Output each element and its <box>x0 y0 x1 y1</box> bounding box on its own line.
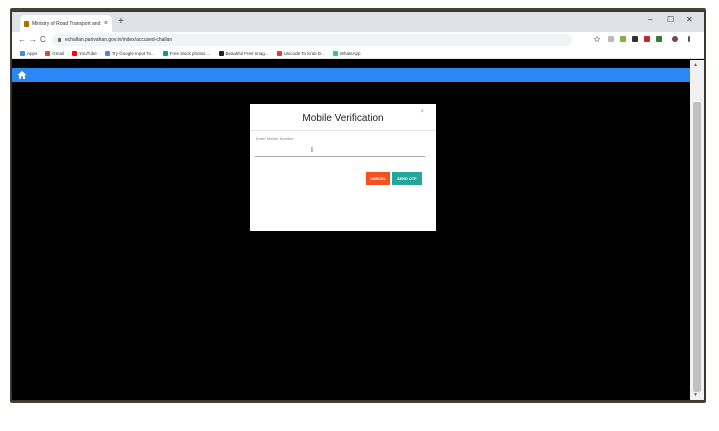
menu-icon[interactable] <box>688 36 690 42</box>
bookmark-label: Unicode To Kruti D... <box>283 50 325 56</box>
bookmark-icon <box>20 50 25 56</box>
mobile-verification-modal: Mobile Verification × Enter Mobile Numbe… <box>250 104 436 231</box>
text-cursor-icon: I <box>311 147 313 154</box>
forward-button[interactable]: → <box>29 34 37 46</box>
bookmark-icon <box>218 50 224 56</box>
browser-tab[interactable]: Ministry of Road Transport and H × <box>20 15 112 32</box>
tab-close-icon[interactable]: × <box>104 20 108 27</box>
cancel-button[interactable]: CANCEL <box>366 172 390 185</box>
browser-toolbar: ← → C echallan.parivahan.gov.in/index/ac… <box>12 32 704 48</box>
bookmark-item[interactable]: Unicode To Kruti D... <box>276 50 325 56</box>
bookmark-label: Beautiful Free Imag... <box>225 50 269 56</box>
bookmark-item[interactable]: WhatsApp <box>332 50 361 56</box>
lock-icon <box>58 38 61 42</box>
bookmark-icon <box>45 50 51 56</box>
extension-red-icon[interactable] <box>644 36 650 42</box>
mobile-number-input[interactable] <box>255 144 425 157</box>
minimize-button[interactable]: – <box>648 15 652 25</box>
bookmark-icon <box>72 50 78 56</box>
scroll-up-icon[interactable]: ▲ <box>693 62 698 68</box>
bookmark-label: Gmail <box>52 50 65 56</box>
bookmark-label: YouTube <box>79 50 97 56</box>
bookmark-item[interactable]: Beautiful Free Imag... <box>218 50 269 56</box>
star-icon[interactable] <box>594 36 600 42</box>
scroll-thumb[interactable] <box>693 102 701 392</box>
maximize-button[interactable]: ☐ <box>667 15 674 25</box>
home-icon[interactable] <box>17 70 27 80</box>
send-otp-button[interactable]: SEND OTP <box>392 172 422 185</box>
bookmark-label: Try Google Input To... <box>111 50 155 56</box>
url-text: echallan.parivahan.gov.in/index/accused-… <box>65 37 173 43</box>
bookmark-item[interactable]: Gmail <box>45 50 65 56</box>
back-button[interactable]: ← <box>18 34 26 46</box>
bookmark-item[interactable]: YouTube <box>72 50 97 56</box>
site-favicon-icon <box>24 20 29 27</box>
bookmark-item[interactable]: Try Google Input To... <box>104 50 155 56</box>
profile-icon[interactable] <box>672 36 678 42</box>
tab-strip: Ministry of Road Transport and H × + – ☐… <box>12 12 704 32</box>
mobile-number-label: Enter Mobile Number <box>256 136 294 141</box>
modal-title: Mobile Verification <box>302 113 384 124</box>
scroll-down-icon[interactable]: ▼ <box>693 392 698 398</box>
page-scrollbar[interactable]: ▲ ▼ <box>690 60 704 400</box>
bookmark-label: Apps <box>27 50 38 56</box>
bookmark-item[interactable]: Apps <box>20 50 38 56</box>
close-window-button[interactable]: ✕ <box>686 15 693 25</box>
bookmark-item[interactable]: Free stock photos ... <box>162 50 211 56</box>
bookmark-label: WhatsApp <box>339 50 361 56</box>
new-tab-button[interactable]: + <box>118 16 124 28</box>
extension-green-icon[interactable] <box>656 36 662 42</box>
site-navbar <box>12 68 690 82</box>
bookmark-label: Free stock photos ... <box>169 50 211 56</box>
extension-check-icon[interactable] <box>620 36 626 42</box>
reload-button[interactable]: C <box>40 34 46 46</box>
bookmark-icon <box>104 50 110 56</box>
bookmark-icon <box>276 50 282 56</box>
address-bar[interactable]: echallan.parivahan.gov.in/index/accused-… <box>52 34 572 46</box>
extension-box-icon[interactable] <box>632 36 638 42</box>
bookmark-icon <box>162 50 168 56</box>
tab-title: Ministry of Road Transport and H <box>32 20 101 27</box>
extension-icon[interactable] <box>608 36 614 42</box>
modal-divider <box>250 130 436 131</box>
bookmark-icon <box>332 50 338 56</box>
bookmarks-bar: Apps Gmail YouTube Try Google Input To... Fr… <box>12 48 704 59</box>
modal-close-icon[interactable]: × <box>420 109 424 115</box>
